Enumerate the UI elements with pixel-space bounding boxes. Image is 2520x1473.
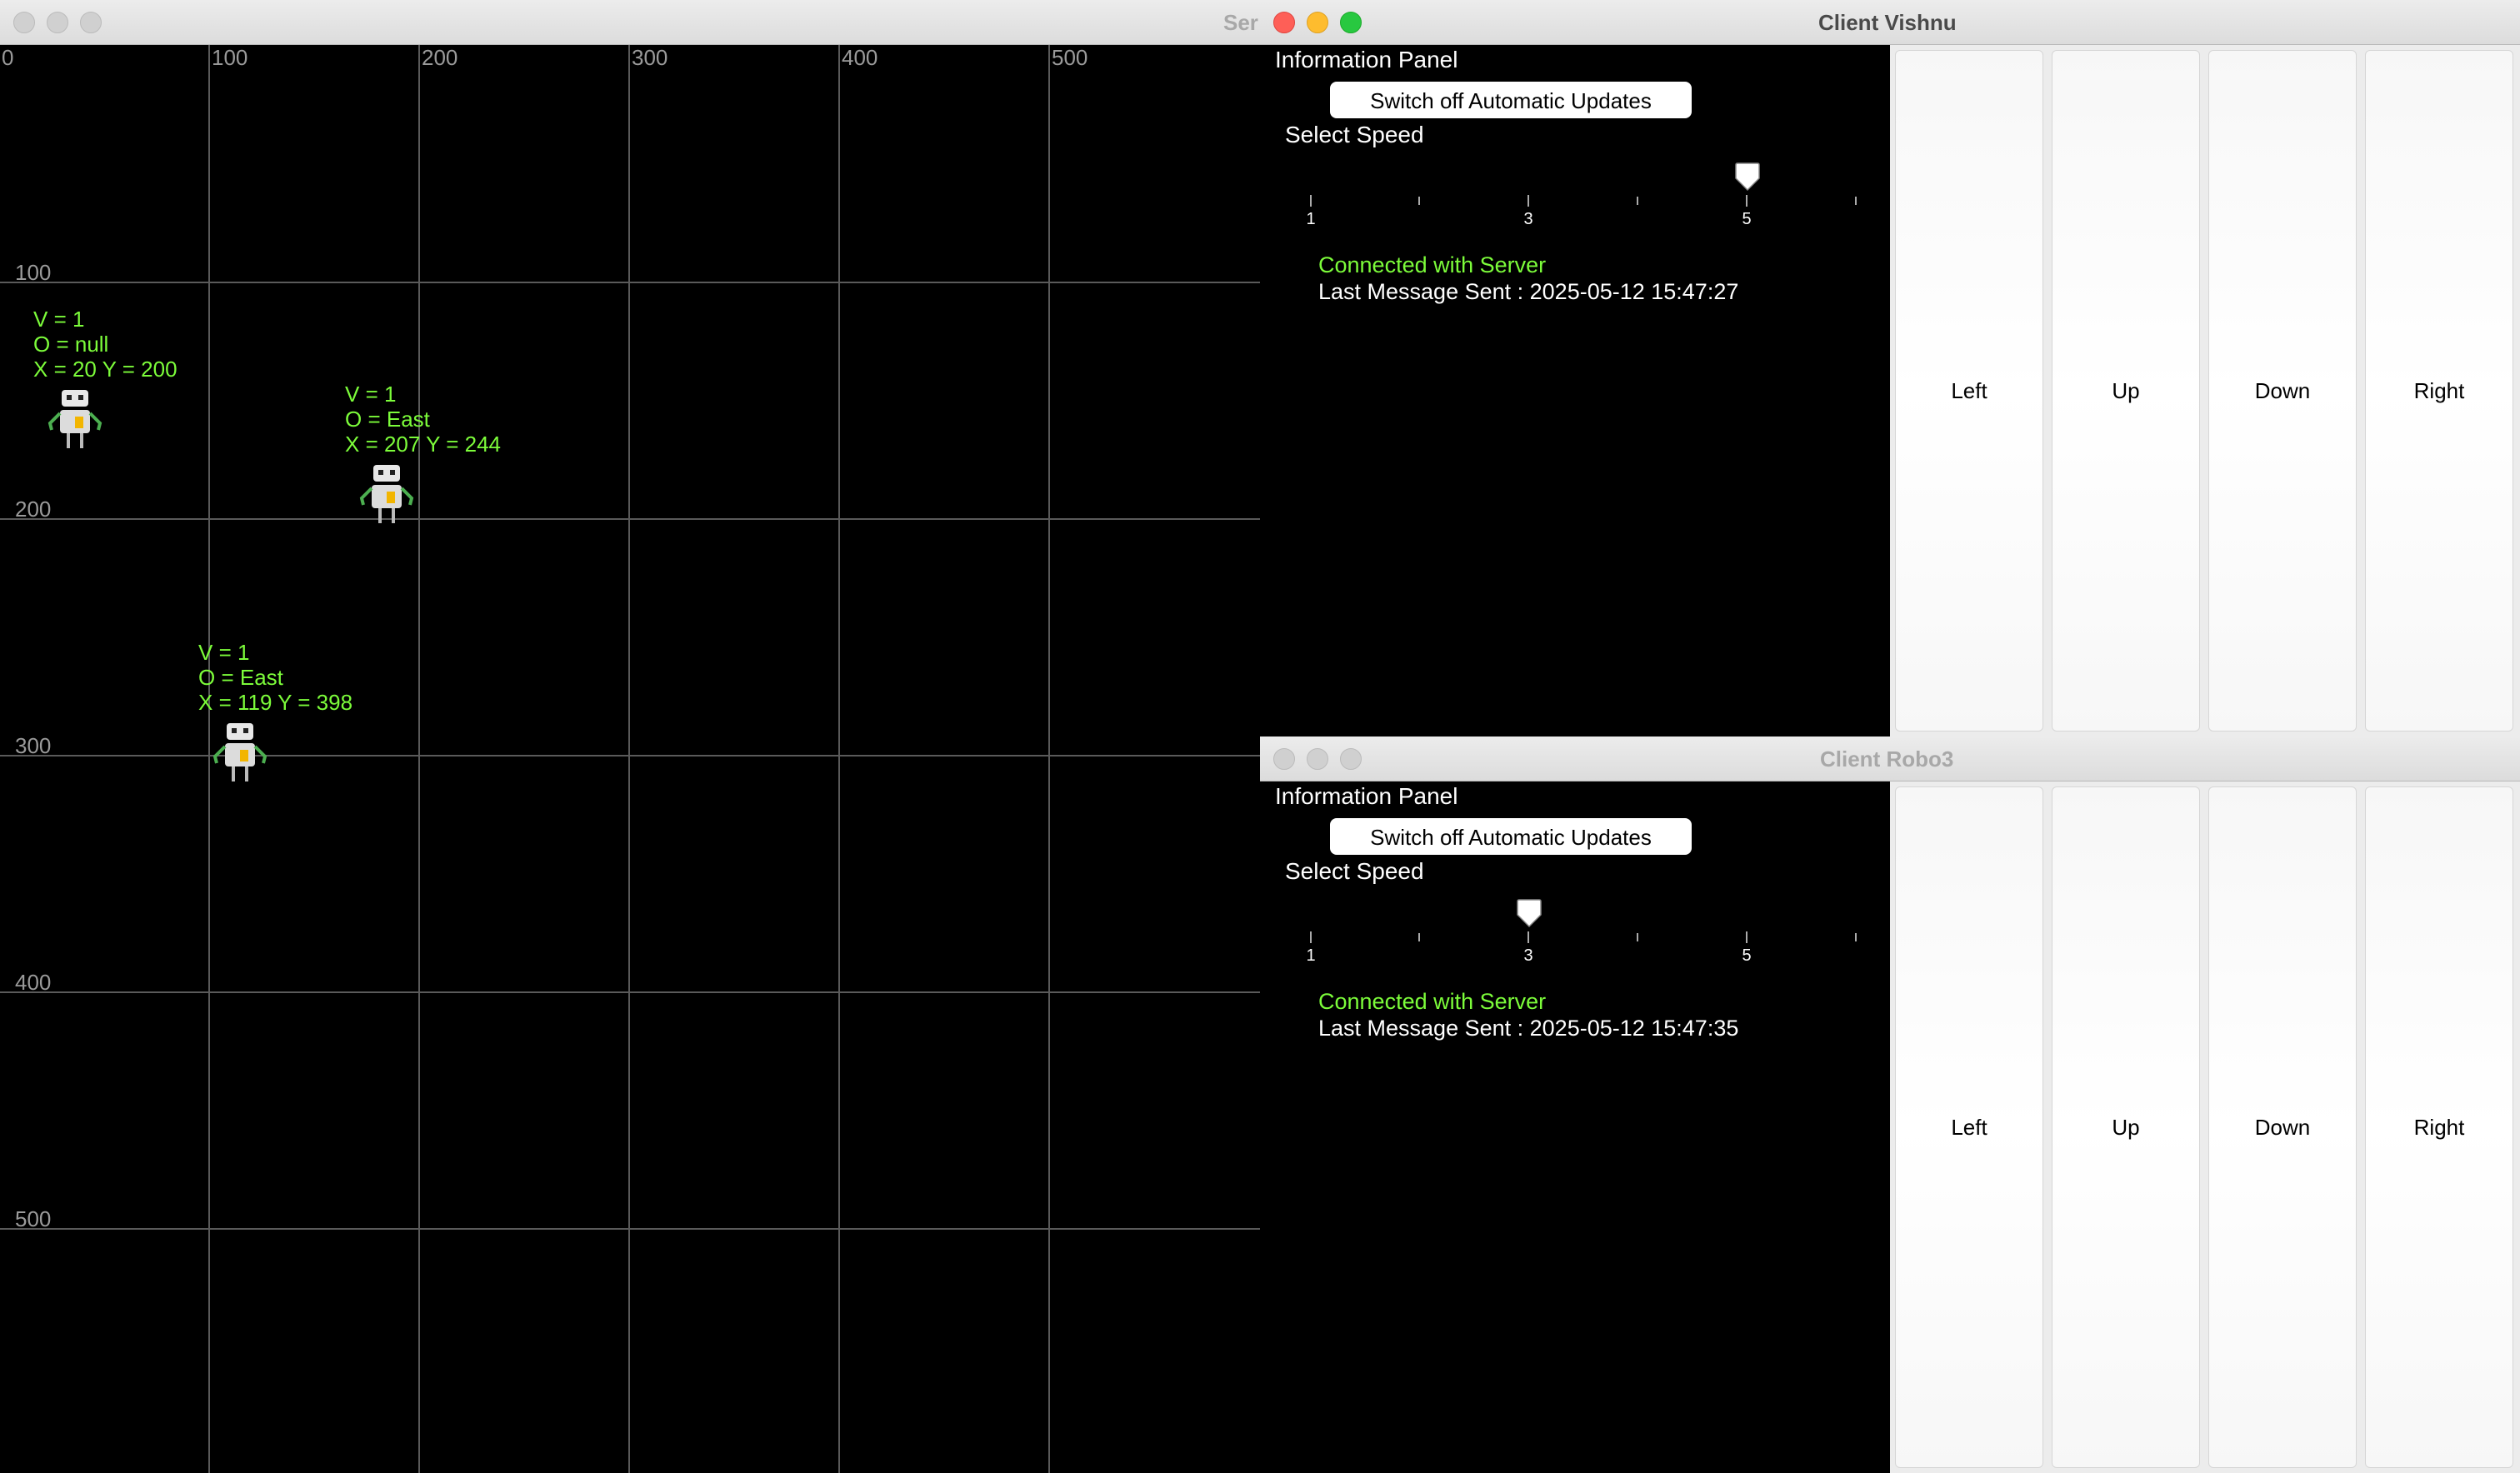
robot-orientation: O = null xyxy=(33,332,109,357)
speed-slider[interactable]: 1 3 5 xyxy=(1285,898,1868,965)
zoom-button[interactable] xyxy=(1340,12,1362,33)
client-titlebar: Client Robo3 xyxy=(1260,736,2520,781)
robot-position: X = 119 Y = 398 xyxy=(198,690,353,715)
auto-updates-toggle-button[interactable]: Switch off Automatic Updates xyxy=(1330,82,1692,118)
zoom-button[interactable] xyxy=(80,12,102,33)
slider-tick-label: 3 xyxy=(1523,210,1533,228)
direction-buttons: Left Up Down Right xyxy=(1890,45,2520,736)
y-tick-label: 300 xyxy=(15,733,52,758)
client-window-robo3: Client Robo3 Information Panel Switch of… xyxy=(1260,736,2520,1473)
panel-title: Information Panel xyxy=(1275,783,1458,809)
slider-tick xyxy=(1746,195,1748,207)
robot-velocity: V = 1 xyxy=(33,307,85,332)
x-tick-label: 300 xyxy=(632,45,668,70)
window-title: Ser xyxy=(1223,10,1258,35)
close-button[interactable] xyxy=(1273,12,1295,33)
last-message-sent: Last Message Sent : 2025-05-12 15:47:27 xyxy=(1318,279,1739,304)
auto-updates-toggle-button[interactable]: Switch off Automatic Updates xyxy=(1330,818,1692,855)
down-button[interactable]: Down xyxy=(2208,786,2357,1468)
slider-tick xyxy=(1746,931,1748,943)
grid-line xyxy=(0,282,1260,283)
x-tick-label: 0 xyxy=(2,45,14,70)
zoom-button[interactable] xyxy=(1340,748,1362,770)
slider-tick xyxy=(1855,933,1857,941)
x-tick-label: 100 xyxy=(212,45,248,70)
slider-tick xyxy=(1855,197,1857,205)
x-tick-label: 400 xyxy=(842,45,878,70)
robot-info-2: V = 1 O = East X = 207 Y = 244 xyxy=(345,382,501,457)
robot-velocity: V = 1 xyxy=(198,640,250,665)
robot-velocity: V = 1 xyxy=(345,382,397,407)
slider-tick-label: 5 xyxy=(1742,210,1752,228)
slider-tick-label: 1 xyxy=(1306,946,1316,965)
left-button[interactable]: Left xyxy=(1895,786,2043,1468)
window-title: Client Robo3 xyxy=(1820,746,1954,771)
slider-tick xyxy=(1637,933,1638,941)
slider-thumb[interactable] xyxy=(1735,162,1760,192)
down-button[interactable]: Down xyxy=(2208,50,2357,732)
right-button[interactable]: Right xyxy=(2365,50,2513,732)
slider-tick xyxy=(1528,195,1529,207)
minimize-button[interactable] xyxy=(1307,12,1328,33)
up-button[interactable]: Up xyxy=(2052,786,2200,1468)
client-titlebar: Client Vishnu xyxy=(1260,0,2520,45)
robot-orientation: O = East xyxy=(345,407,430,432)
connection-status: Connected with Server xyxy=(1318,252,1547,277)
information-panel: Information Panel Switch off Automatic U… xyxy=(1260,45,1890,736)
grid-line xyxy=(838,45,840,1473)
up-button[interactable]: Up xyxy=(2052,50,2200,732)
slider-tick xyxy=(1310,195,1312,207)
x-tick-label: 200 xyxy=(422,45,458,70)
panel-title: Information Panel xyxy=(1275,47,1458,72)
slider-tick xyxy=(1418,197,1420,205)
minimize-button[interactable] xyxy=(47,12,68,33)
grid-line xyxy=(0,518,1260,520)
left-button[interactable]: Left xyxy=(1895,50,2043,732)
close-button[interactable] xyxy=(13,12,35,33)
slider-tick xyxy=(1528,931,1529,943)
y-tick-label: 100 xyxy=(15,260,52,285)
server-window: Ser 0 100 200 300 400 500 100 200 300 40… xyxy=(0,0,1260,1473)
robot-info-3: V = 1 O = East X = 119 Y = 398 xyxy=(198,640,352,715)
slider-tick-label: 1 xyxy=(1306,210,1316,228)
grid-line xyxy=(0,755,1260,756)
grid-line xyxy=(418,45,420,1473)
robot-info-1: V = 1 O = null X = 20 Y = 200 xyxy=(33,307,178,382)
minimize-button[interactable] xyxy=(1307,748,1328,770)
connection-status: Connected with Server xyxy=(1318,989,1547,1014)
y-tick-label: 200 xyxy=(15,497,52,522)
information-panel: Information Panel Switch off Automatic U… xyxy=(1260,781,1890,1473)
server-titlebar: Ser xyxy=(0,0,1260,45)
grid-line xyxy=(1048,45,1050,1473)
x-tick-label: 500 xyxy=(1052,45,1088,70)
right-button[interactable]: Right xyxy=(2365,786,2513,1468)
slider-tick-label: 3 xyxy=(1523,946,1533,965)
speed-label: Select Speed xyxy=(1285,858,1424,884)
last-message-sent: Last Message Sent : 2025-05-12 15:47:35 xyxy=(1318,1016,1739,1041)
y-tick-label: 500 xyxy=(15,1206,52,1231)
robot-icon xyxy=(48,390,102,448)
robot-orientation: O = East xyxy=(198,665,283,690)
client-window-vishnu: Client Vishnu Information Panel Switch o… xyxy=(1260,0,2520,736)
robot-grid-canvas: 0 100 200 300 400 500 100 200 300 400 50… xyxy=(0,45,1260,1473)
robot-position: X = 20 Y = 200 xyxy=(33,357,178,382)
slider-tick xyxy=(1310,931,1312,943)
robot-icon xyxy=(359,465,414,523)
direction-buttons: Left Up Down Right xyxy=(1890,781,2520,1473)
robot-icon xyxy=(212,723,268,781)
robot-position: X = 207 Y = 244 xyxy=(345,432,501,457)
speed-label: Select Speed xyxy=(1285,122,1424,147)
speed-slider[interactable]: 1 3 5 xyxy=(1285,162,1868,228)
grid-line xyxy=(0,991,1260,993)
slider-thumb[interactable] xyxy=(1517,898,1542,928)
grid-line xyxy=(0,1228,1260,1230)
slider-tick xyxy=(1418,933,1420,941)
close-button[interactable] xyxy=(1273,748,1295,770)
y-tick-label: 400 xyxy=(15,970,52,995)
grid-line xyxy=(628,45,630,1473)
slider-tick-label: 5 xyxy=(1742,946,1752,965)
slider-tick xyxy=(1637,197,1638,205)
window-title: Client Vishnu xyxy=(1818,10,1957,35)
